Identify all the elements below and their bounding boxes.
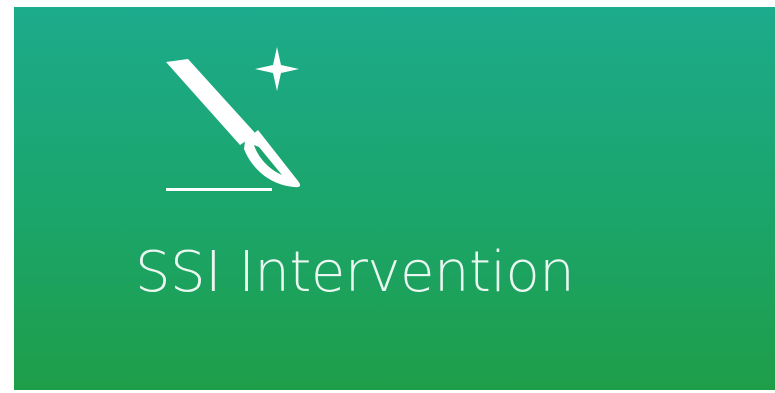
tile-title: SSI Intervention <box>135 240 575 305</box>
scalpel-icon <box>166 47 301 191</box>
sparkle-icon <box>255 47 299 91</box>
ssi-intervention-tile[interactable]: SSI Intervention <box>14 7 775 390</box>
